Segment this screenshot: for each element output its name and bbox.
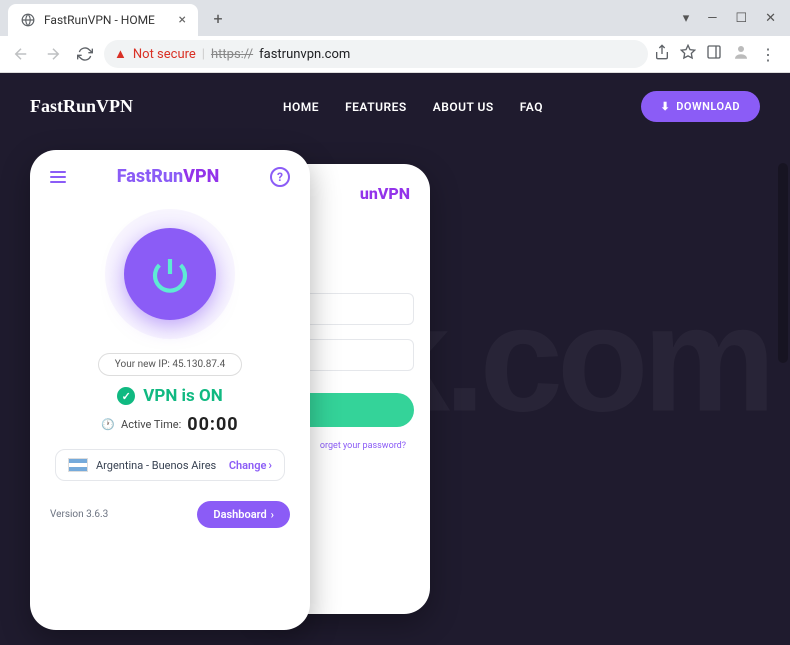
- chevron-right-icon: ›: [268, 458, 272, 472]
- dashboard-label: Dashboard: [213, 508, 266, 521]
- ip-address-pill: Your new IP: 45.130.87.4: [98, 353, 242, 376]
- globe-icon: [20, 12, 36, 28]
- power-button[interactable]: [124, 228, 216, 320]
- vpn-status-text: VPN is ON: [143, 386, 222, 406]
- vpn-status: ✓ VPN is ON: [50, 386, 290, 406]
- active-time: 🕐 Active Time: 00:00: [50, 414, 290, 435]
- chevron-right-icon: ›: [271, 508, 274, 521]
- forward-button[interactable]: [40, 41, 66, 67]
- reload-button[interactable]: [72, 41, 98, 67]
- panel-icon[interactable]: [706, 44, 722, 64]
- menu-icon[interactable]: ⋮: [760, 45, 776, 64]
- minimize-icon[interactable]: —: [707, 11, 717, 26]
- new-tab-button[interactable]: +: [206, 9, 230, 28]
- star-icon[interactable]: [680, 44, 696, 64]
- logo-suffix-back: unVPN: [360, 184, 410, 203]
- location-name: Argentina - Buenos Aires: [96, 459, 216, 472]
- page-content: pcrisk.com FastRunVPN HOME FEATURES ABOU…: [0, 73, 790, 645]
- address-bar[interactable]: ▲ Not secure | https://fastrunvpn.com: [104, 40, 648, 68]
- change-location-link[interactable]: Change ›: [229, 458, 272, 472]
- browser-chrome: FastRunVPN - HOME × + ▾ — ☐ ✕ ▲ Not secu…: [0, 0, 790, 73]
- scrollbar-thumb[interactable]: [778, 163, 788, 363]
- app-card-main: FastRunVPN ? Your new IP: 45.130.87.4 ✓ …: [30, 150, 310, 630]
- menu-icon[interactable]: [50, 171, 66, 183]
- active-time-value: 00:00: [187, 414, 238, 435]
- location-selector[interactable]: Argentina - Buenos Aires Change ›: [55, 449, 285, 481]
- site-logo[interactable]: FastRunVPN: [30, 96, 133, 117]
- app-logo: FastRunVPN: [117, 166, 220, 187]
- tab-bar: FastRunVPN - HOME × + ▾ — ☐ ✕: [0, 0, 790, 36]
- not-secure-label: Not secure: [133, 47, 196, 62]
- profile-icon[interactable]: [732, 43, 750, 65]
- close-window-icon[interactable]: ✕: [765, 11, 776, 26]
- nav-faq[interactable]: FAQ: [520, 100, 543, 114]
- chevron-down-icon[interactable]: ▾: [683, 11, 690, 26]
- browser-tab[interactable]: FastRunVPN - HOME ×: [8, 4, 198, 36]
- dashboard-button[interactable]: Dashboard ›: [197, 501, 290, 528]
- nav-features[interactable]: FEATURES: [345, 100, 407, 114]
- tab-title: FastRunVPN - HOME: [44, 13, 155, 27]
- main-nav: HOME FEATURES ABOUT US FAQ: [283, 100, 543, 114]
- logo-part-2: VPN: [183, 166, 219, 187]
- power-glow: [105, 209, 235, 339]
- download-icon: ⬇: [661, 100, 671, 113]
- download-label: DOWNLOAD: [676, 100, 740, 113]
- warning-icon: ▲: [114, 46, 127, 62]
- back-button[interactable]: [8, 41, 34, 67]
- check-icon: ✓: [117, 387, 135, 405]
- change-label: Change: [229, 459, 267, 472]
- page-header: FastRunVPN HOME FEATURES ABOUT US FAQ ⬇ …: [0, 73, 790, 140]
- nav-home[interactable]: HOME: [283, 100, 319, 114]
- address-row: ▲ Not secure | https://fastrunvpn.com ⋮: [0, 36, 790, 72]
- active-time-label: Active Time:: [121, 418, 181, 431]
- power-icon: [150, 254, 190, 294]
- argentina-flag-icon: [68, 458, 88, 472]
- share-icon[interactable]: [654, 44, 670, 64]
- help-icon[interactable]: ?: [270, 167, 290, 187]
- url-domain: fastrunvpn.com: [259, 47, 350, 62]
- clock-icon: 🕐: [101, 418, 115, 431]
- window-controls: ▾ — ☐ ✕: [683, 11, 790, 26]
- nav-about[interactable]: ABOUT US: [433, 100, 494, 114]
- version-label: Version 3.6.3: [50, 509, 108, 520]
- logo-part-1: FastRun: [117, 166, 183, 187]
- url-protocol: https://: [211, 47, 253, 62]
- close-tab-icon[interactable]: ×: [179, 12, 186, 28]
- maximize-icon[interactable]: ☐: [735, 11, 747, 26]
- download-button[interactable]: ⬇ DOWNLOAD: [641, 91, 761, 122]
